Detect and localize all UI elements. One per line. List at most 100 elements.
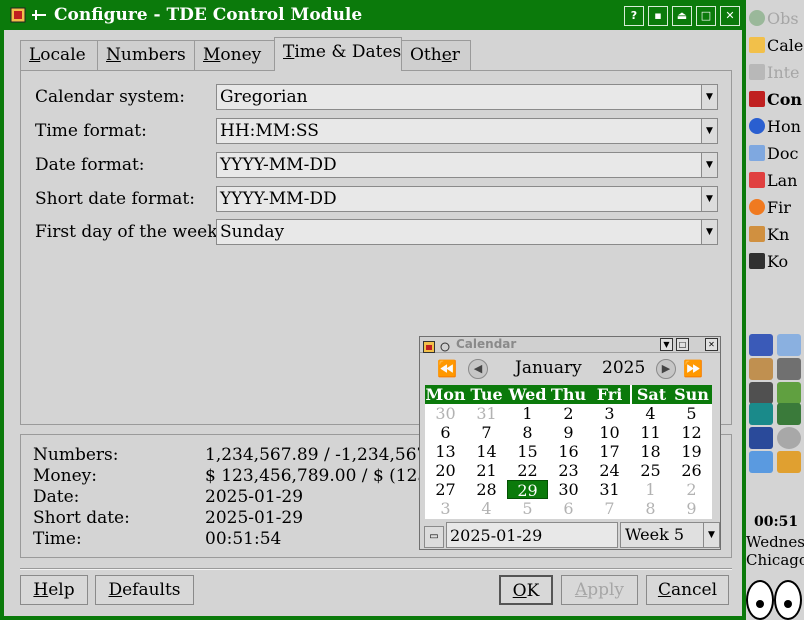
chevron-down-icon[interactable]: ▼	[703, 523, 719, 547]
time-format-select[interactable]: HH:MM:SS ▼	[216, 118, 718, 144]
calendar-system-select[interactable]: Gregorian ▼	[216, 84, 718, 110]
app-icon[interactable]	[777, 382, 801, 404]
calendar-day[interactable]: 3	[425, 499, 466, 518]
calendar-day[interactable]: 5	[671, 404, 712, 423]
calendar-day[interactable]: 1	[630, 480, 671, 499]
tool-icon[interactable]	[749, 382, 773, 404]
calendar-day[interactable]: 17	[589, 442, 630, 461]
calendar-day[interactable]: 18	[630, 442, 671, 461]
calendar-day[interactable]: 4	[630, 404, 671, 423]
help-button[interactable]: Help	[20, 575, 88, 605]
tab-numbers[interactable]: Numbers	[97, 40, 195, 70]
calendar-day[interactable]: 24	[589, 461, 630, 480]
taskbar-item[interactable]: Kn	[749, 225, 789, 247]
network-icon[interactable]	[777, 334, 801, 356]
calendar-day[interactable]: 11	[630, 423, 671, 442]
calendar-day[interactable]: 9	[671, 499, 712, 518]
calendar-day[interactable]: 30	[425, 404, 466, 423]
screen-icon[interactable]	[749, 427, 773, 449]
help-icon[interactable]: ?	[624, 6, 644, 26]
ok-button[interactable]: OK	[499, 575, 553, 605]
calendar-day[interactable]: 1	[507, 404, 548, 423]
calendar-date-input[interactable]: 2025-01-29	[446, 522, 618, 548]
cancel-button[interactable]: Cancel	[646, 575, 729, 605]
taskbar-item[interactable]: Cale	[749, 36, 803, 58]
flag-icon[interactable]	[749, 334, 773, 356]
calendar-day[interactable]: 16	[548, 442, 589, 461]
calendar-day[interactable]: 4	[466, 499, 507, 518]
close-button[interactable]: ✕	[720, 6, 740, 26]
taskbar-item-active[interactable]: Con	[749, 90, 802, 112]
tab-other[interactable]: Other	[401, 40, 471, 70]
next-month-icon[interactable]: ▶	[656, 359, 676, 379]
previous-month-icon[interactable]: ◀	[468, 359, 488, 379]
app-icon[interactable]	[749, 403, 773, 425]
calendar-day[interactable]: 19	[671, 442, 712, 461]
calendar-menu-button[interactable]: ▼	[660, 338, 673, 351]
first-day-select[interactable]: Sunday ▼	[216, 219, 718, 245]
taskbar-item[interactable]: Ko	[749, 252, 788, 274]
minimize-button[interactable]: ⏏	[672, 6, 692, 26]
calendar-week-select[interactable]: Week 5 ▼	[620, 522, 720, 548]
previous-year-icon[interactable]: ⏪	[436, 359, 458, 379]
calendar-day[interactable]: 2	[548, 404, 589, 423]
next-year-icon[interactable]: ⏩	[682, 359, 704, 379]
calendar-day[interactable]: 2	[671, 480, 712, 499]
taskbar-item[interactable]: Obs	[749, 9, 799, 31]
short-date-format-select[interactable]: YYYY-MM-DD ▼	[216, 186, 718, 212]
chevron-down-icon[interactable]: ▼	[701, 187, 717, 211]
calendar-day[interactable]: 9	[548, 423, 589, 442]
app-icon[interactable]	[777, 403, 801, 425]
calendar-day[interactable]: 22	[507, 461, 548, 480]
maximize-button[interactable]: □	[696, 6, 716, 26]
calendar-day[interactable]: 28	[466, 480, 507, 499]
taskbar-item[interactable]: Fir	[749, 198, 791, 220]
calendar-title-bar[interactable]: Calendar ▼ □ ✕	[420, 337, 720, 353]
app-icon[interactable]	[777, 451, 801, 473]
speaker-icon[interactable]	[777, 358, 801, 380]
calendar-day[interactable]: 6	[548, 499, 589, 518]
calendar-day[interactable]: 15	[507, 442, 548, 461]
calendar-day[interactable]: 30	[548, 480, 589, 499]
taskbar-item[interactable]: Doc	[749, 144, 798, 166]
calendar-day[interactable]: 8	[630, 499, 671, 518]
calendar-day[interactable]: 13	[425, 442, 466, 461]
calendar-day[interactable]: 5	[507, 499, 548, 518]
taskbar-item[interactable]: Hon	[749, 117, 801, 139]
calendar-day[interactable]: 27	[425, 480, 466, 499]
shade-button[interactable]: ▪	[648, 6, 668, 26]
calendar-close-button[interactable]: ✕	[705, 338, 718, 351]
calendar-day[interactable]: 7	[589, 499, 630, 518]
calendar-day[interactable]: 7	[466, 423, 507, 442]
title-bar[interactable]: Configure - TDE Control Module ? ▪ ⏏ □ ✕	[4, 4, 742, 28]
calendar-day[interactable]: 20	[425, 461, 466, 480]
calendar-maximize-button[interactable]: □	[676, 338, 689, 351]
calendar-month[interactable]: January	[515, 358, 582, 378]
defaults-button[interactable]: Defaults	[95, 575, 194, 605]
clear-date-icon[interactable]: ▭	[424, 526, 444, 548]
calendar-day[interactable]: 23	[548, 461, 589, 480]
clipboard-icon[interactable]	[749, 358, 773, 380]
calendar-day-selected[interactable]: 29	[507, 480, 548, 500]
chevron-down-icon[interactable]: ▼	[701, 85, 717, 109]
tab-time-dates[interactable]: Time & Dates	[274, 37, 402, 71]
calendar-day[interactable]: 31	[589, 480, 630, 499]
app-icon[interactable]	[10, 7, 26, 23]
calendar-day[interactable]: 10	[589, 423, 630, 442]
tab-money[interactable]: Money	[194, 40, 275, 70]
date-format-select[interactable]: YYYY-MM-DD ▼	[216, 152, 718, 178]
pin-icon[interactable]	[30, 7, 46, 23]
calendar-year[interactable]: 2025	[602, 358, 645, 378]
calendar-day[interactable]: 31	[466, 404, 507, 423]
clock-time[interactable]: 00:51	[754, 514, 798, 530]
chevron-down-icon[interactable]: ▼	[701, 119, 717, 143]
tab-locale[interactable]: Locale	[20, 40, 98, 70]
pin-icon[interactable]	[439, 338, 451, 357]
calendar-day[interactable]: 21	[466, 461, 507, 480]
apply-button[interactable]: Apply	[561, 575, 638, 605]
taskbar-item[interactable]: Inte	[749, 63, 800, 85]
calendar-app-icon[interactable]	[423, 338, 435, 357]
taskbar-item[interactable]: Lan	[749, 171, 797, 193]
calendar-day[interactable]: 8	[507, 423, 548, 442]
calendar-day[interactable]: 6	[425, 423, 466, 442]
